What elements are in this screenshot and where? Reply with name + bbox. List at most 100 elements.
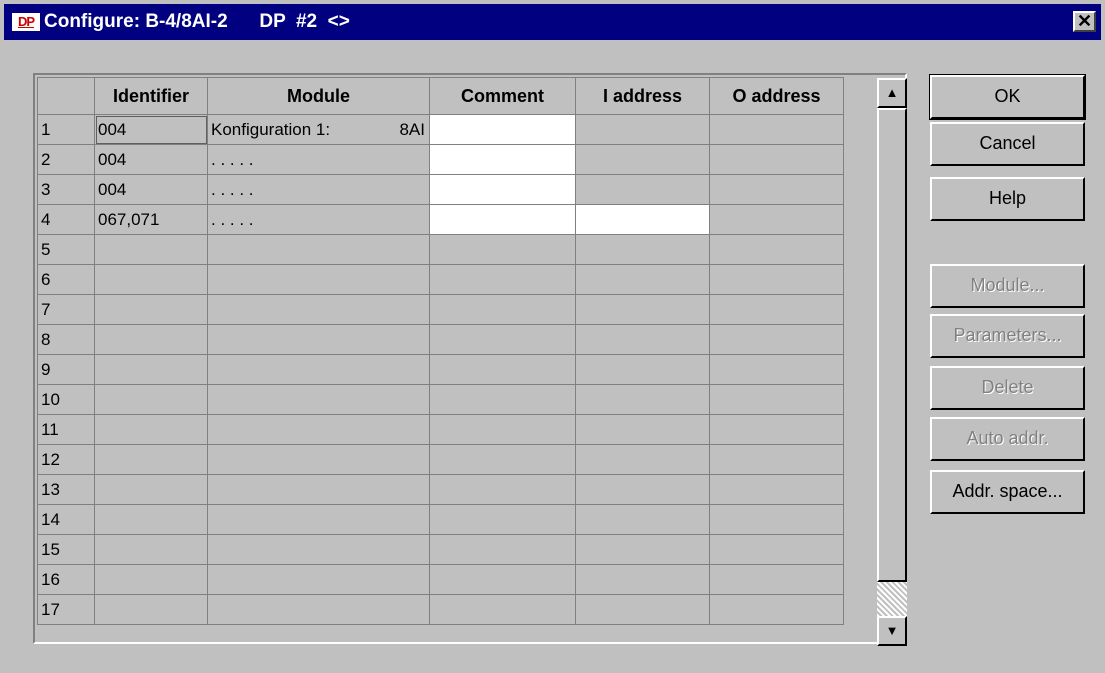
module-cell[interactable] <box>207 294 430 325</box>
o-address-cell[interactable] <box>709 144 844 175</box>
i-address-cell[interactable] <box>575 114 710 145</box>
i-address-cell[interactable] <box>575 534 710 565</box>
table-row[interactable]: 8 <box>37 324 844 355</box>
comment-cell[interactable] <box>429 504 576 535</box>
table-row[interactable]: 17 <box>37 594 844 625</box>
i-address-cell[interactable] <box>575 144 710 175</box>
identifier-cell[interactable]: 004 <box>94 144 208 175</box>
parameters-button[interactable]: Parameters... <box>930 314 1085 358</box>
o-address-cell[interactable] <box>709 534 844 565</box>
identifier-cell[interactable] <box>94 504 208 535</box>
identifier-cell[interactable] <box>94 594 208 625</box>
identifier-cell[interactable] <box>94 324 208 355</box>
identifier-cell[interactable] <box>94 354 208 385</box>
i-address-cell[interactable] <box>575 174 710 205</box>
comment-cell[interactable] <box>429 534 576 565</box>
o-address-cell[interactable] <box>709 504 844 535</box>
module-cell[interactable] <box>207 384 430 415</box>
scroll-up-button[interactable]: ▲ <box>877 78 907 108</box>
comment-cell[interactable] <box>429 444 576 475</box>
o-address-cell[interactable] <box>709 354 844 385</box>
o-address-cell[interactable] <box>709 444 844 475</box>
scroll-track-remainder[interactable] <box>877 582 907 616</box>
table-row[interactable]: 16 <box>37 564 844 595</box>
help-button[interactable]: Help <box>930 177 1085 221</box>
i-address-cell[interactable] <box>575 564 710 595</box>
table-row[interactable]: 7 <box>37 294 844 325</box>
identifier-cell[interactable] <box>94 444 208 475</box>
scroll-thumb[interactable] <box>877 108 907 582</box>
module-cell[interactable] <box>207 234 430 265</box>
identifier-cell[interactable] <box>94 294 208 325</box>
i-address-cell[interactable] <box>575 324 710 355</box>
comment-cell[interactable] <box>429 384 576 415</box>
module-cell[interactable] <box>207 414 430 445</box>
comment-cell[interactable] <box>429 114 576 145</box>
identifier-cell[interactable] <box>94 264 208 295</box>
comment-cell[interactable] <box>429 354 576 385</box>
table-row[interactable]: 11 <box>37 414 844 445</box>
i-address-cell[interactable] <box>575 504 710 535</box>
o-address-cell[interactable] <box>709 294 844 325</box>
delete-button[interactable]: Delete <box>930 366 1085 410</box>
module-cell[interactable]: . . . . . <box>207 174 430 205</box>
i-address-cell[interactable] <box>575 594 710 625</box>
o-address-cell[interactable] <box>709 204 844 235</box>
comment-cell[interactable] <box>429 474 576 505</box>
module-cell[interactable] <box>207 354 430 385</box>
table-row[interactable]: 10 <box>37 384 844 415</box>
table-row[interactable]: 15 <box>37 534 844 565</box>
identifier-cell[interactable]: 004 <box>94 114 208 145</box>
module-cell[interactable]: . . . . . <box>207 204 430 235</box>
identifier-cell[interactable]: 067,071 <box>94 204 208 235</box>
comment-cell[interactable] <box>429 594 576 625</box>
table-row[interactable]: 9 <box>37 354 844 385</box>
comment-cell[interactable] <box>429 204 576 235</box>
identifier-cell[interactable] <box>94 564 208 595</box>
comment-cell[interactable] <box>429 264 576 295</box>
addr-space-button[interactable]: Addr. space... <box>930 470 1085 514</box>
i-address-cell[interactable] <box>575 264 710 295</box>
comment-cell[interactable] <box>429 174 576 205</box>
table-row[interactable]: 5 <box>37 234 844 265</box>
identifier-cell[interactable] <box>94 414 208 445</box>
i-address-cell[interactable] <box>575 444 710 475</box>
vertical-scrollbar[interactable]: ▲ ▼ <box>874 76 910 646</box>
o-address-cell[interactable] <box>709 384 844 415</box>
module-button[interactable]: Module... <box>930 264 1085 308</box>
auto-addr-button[interactable]: Auto addr. <box>930 417 1085 461</box>
comment-cell[interactable] <box>429 294 576 325</box>
i-address-cell[interactable] <box>575 354 710 385</box>
comment-cell[interactable] <box>429 324 576 355</box>
i-address-cell[interactable] <box>575 414 710 445</box>
scroll-down-button[interactable]: ▼ <box>877 616 907 646</box>
identifier-cell[interactable] <box>94 474 208 505</box>
module-cell[interactable] <box>207 594 430 625</box>
table-row[interactable]: 3 004. . . . . <box>37 174 844 205</box>
module-cell[interactable] <box>207 444 430 475</box>
close-button[interactable]: ✕ <box>1073 11 1096 32</box>
module-cell[interactable]: Konfiguration 1: 8AI <box>207 114 430 145</box>
o-address-cell[interactable] <box>709 564 844 595</box>
module-cell[interactable] <box>207 264 430 295</box>
o-address-cell[interactable] <box>709 324 844 355</box>
table-row[interactable]: 1 004 Konfiguration 1: 8AI <box>37 114 844 145</box>
comment-cell[interactable] <box>429 234 576 265</box>
table-row[interactable]: 14 <box>37 504 844 535</box>
table-row[interactable]: 2 004. . . . . <box>37 144 844 175</box>
i-address-cell[interactable] <box>575 234 710 265</box>
table-row[interactable]: 13 <box>37 474 844 505</box>
table-row[interactable]: 4 067,071. . . . . <box>37 204 844 235</box>
comment-cell[interactable] <box>429 414 576 445</box>
module-cell[interactable] <box>207 564 430 595</box>
module-cell[interactable] <box>207 504 430 535</box>
comment-cell[interactable] <box>429 564 576 595</box>
identifier-cell[interactable] <box>94 234 208 265</box>
i-address-cell[interactable] <box>575 474 710 505</box>
i-address-cell[interactable] <box>575 204 710 235</box>
identifier-cell[interactable] <box>94 534 208 565</box>
module-cell[interactable]: . . . . . <box>207 144 430 175</box>
o-address-cell[interactable] <box>709 234 844 265</box>
o-address-cell[interactable] <box>709 174 844 205</box>
module-cell[interactable] <box>207 324 430 355</box>
